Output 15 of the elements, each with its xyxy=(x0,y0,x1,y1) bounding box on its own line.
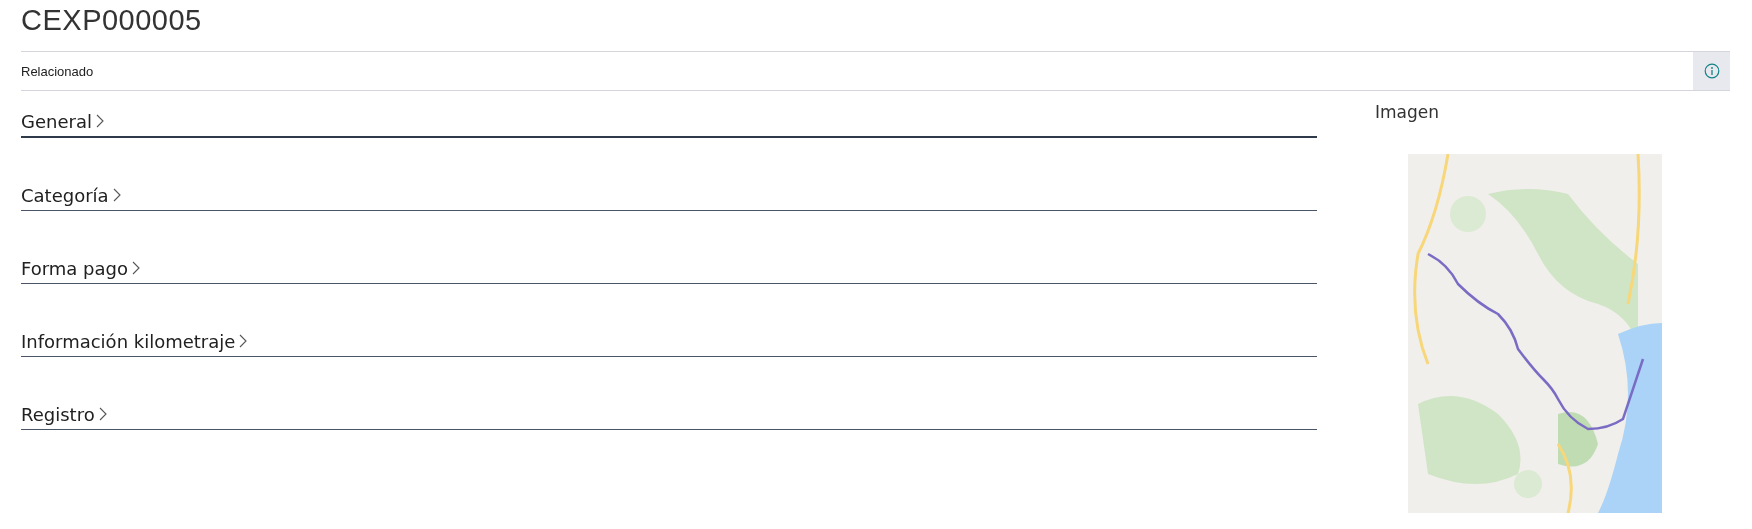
chevron-right-icon xyxy=(239,334,248,348)
info-icon xyxy=(1703,63,1720,79)
section-header[interactable]: Información kilometraje xyxy=(21,328,1317,357)
section-header[interactable]: Forma pago xyxy=(21,255,1317,284)
section-header[interactable]: Categoría xyxy=(21,182,1317,211)
related-menu[interactable]: Relacionado xyxy=(21,63,94,79)
chevron-right-icon xyxy=(112,188,121,202)
page-title: CEXP000005 xyxy=(21,3,203,38)
info-button[interactable] xyxy=(1693,52,1730,90)
section-header[interactable]: General xyxy=(21,108,1317,138)
chevron-right-icon xyxy=(95,114,104,128)
chevron-right-icon xyxy=(98,407,107,421)
section-header[interactable]: Registro xyxy=(21,401,1317,430)
chevron-right-icon xyxy=(132,261,140,275)
factbox-title: Imagen xyxy=(1375,102,1440,124)
